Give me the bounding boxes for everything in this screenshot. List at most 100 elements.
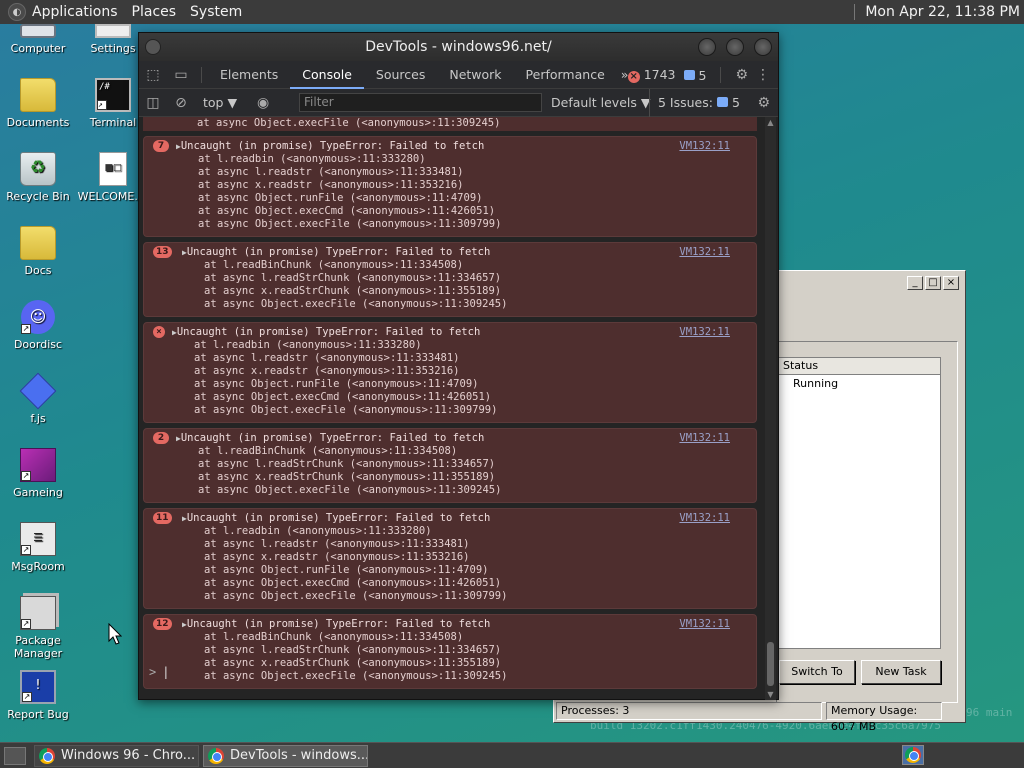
inspect-element-icon[interactable]: ⬚ [139, 67, 167, 83]
issues-counter[interactable]: 5 Issues: 5 [649, 89, 740, 117]
repeat-count-badge: 13 [153, 246, 172, 258]
stack-line: at l.readBinChunk (<anonymous>:11:334508… [204, 259, 464, 271]
taskbar-item-label: Windows 96 - Chro... [61, 748, 196, 763]
clear-console-icon[interactable]: ⊘ [167, 95, 195, 111]
stack-line: at async Object.execFile (<anonymous>:11… [204, 590, 508, 602]
chrome-icon [905, 747, 921, 763]
minimize-button[interactable] [698, 38, 716, 56]
processes-count: Processes: 3 [556, 702, 822, 720]
tab-performance[interactable]: Performance [514, 61, 617, 89]
error-counter[interactable]: × 1743 [627, 67, 676, 83]
desktop-icon-fjs[interactable]: f.js [0, 372, 77, 425]
clock[interactable]: Mon Apr 22, 11:38 PM [865, 4, 1020, 20]
column-header-status[interactable]: Status [779, 358, 940, 375]
source-link[interactable]: VM132:11 [679, 432, 730, 444]
source-link[interactable]: VM132:11 [679, 618, 730, 630]
stack-line: at async x.readstr (<anonymous>:11:35321… [198, 179, 464, 191]
source-link[interactable]: VM132:11 [679, 512, 730, 524]
switch-to-button[interactable]: Switch To [779, 660, 855, 684]
package-icon: ↗ [20, 596, 56, 630]
scroll-up-arrow-icon[interactable]: ▲ [765, 117, 776, 128]
desktop-icon-label: Doordisc [13, 338, 63, 351]
tray-chrome-icon[interactable] [902, 745, 924, 765]
maximize-button[interactable]: □ [925, 276, 941, 290]
scroll-down-arrow-icon[interactable]: ▼ [765, 689, 776, 700]
console-prompt[interactable]: > | [149, 665, 169, 679]
taskbar-item-chrome[interactable]: Windows 96 - Chro... [34, 744, 199, 767]
desktop-icon-label: Documents [6, 116, 70, 129]
message-icon [683, 69, 695, 80]
console-error-entry[interactable]: 13 VM132:11 ▶Uncaught (in promise) TypeE… [143, 242, 757, 317]
desktop-icon-package-manager[interactable]: ↗ Package Manager [0, 596, 77, 660]
repeat-count-badge: 11 [153, 512, 172, 524]
live-expression-eye-icon[interactable]: ◉ [249, 95, 277, 111]
taskbar-item-devtools[interactable]: DevTools - windows... [203, 744, 368, 767]
console-error-entry[interactable]: 7 VM132:11 ▶Uncaught (in promise) TypeEr… [143, 136, 757, 237]
stack-line: at l.readBinChunk (<anonymous>:11:334508… [198, 445, 458, 457]
desktop-icon-msgroom[interactable]: ☰ ↗ MsgRoom [0, 522, 77, 573]
filter-input[interactable]: Filter [299, 93, 542, 112]
desktop-icon-label: Docs [24, 264, 52, 277]
desktop-icon-documents[interactable]: Documents [0, 78, 77, 129]
issues-label: 5 Issues: [658, 95, 713, 110]
distro-logo-icon[interactable]: ◐ [8, 3, 26, 21]
menu-system[interactable]: System [190, 4, 242, 20]
report-bug-icon: ! ↗ [20, 670, 56, 704]
console-scrollbar[interactable]: ▲ ▼ [765, 117, 776, 700]
console-error-entry[interactable]: × VM132:11 ▶Uncaught (in promise) TypeEr… [143, 322, 757, 423]
desktop-icon-docs[interactable]: Docs [0, 226, 77, 277]
new-task-button[interactable]: New Task [861, 660, 941, 684]
device-toolbar-icon[interactable]: ▭ [167, 67, 195, 83]
stack-line: at async Object.execFile (<anonymous>:11… [204, 670, 508, 682]
source-link[interactable]: VM132:11 [679, 326, 730, 338]
source-link[interactable]: VM132:11 [679, 140, 730, 152]
repeat-count-badge: 2 [153, 432, 169, 444]
window-menu-icon[interactable] [145, 39, 161, 55]
scrollbar-thumb[interactable] [767, 642, 774, 686]
show-desktop-button[interactable] [4, 746, 26, 765]
sidebar-toggle-icon[interactable]: ◫ [139, 95, 167, 111]
process-row-status[interactable]: Running [779, 375, 940, 393]
window-title: DevTools - windows96.net/ [365, 39, 552, 55]
desktop-icon-report-bug[interactable]: ! ↗ Report Bug [0, 670, 77, 721]
minimize-button[interactable]: _ [907, 276, 923, 290]
tab-sources[interactable]: Sources [364, 61, 437, 89]
stack-line: at async Object.execCmd (<anonymous>:11:… [198, 205, 496, 217]
console-error-entry[interactable]: 12 VM132:11 ▶Uncaught (in promise) TypeE… [143, 614, 757, 689]
source-link[interactable]: VM132:11 [679, 246, 730, 258]
stack-line: at async Object.execFile (<anonymous>:11… [204, 298, 508, 310]
tab-network[interactable]: Network [437, 61, 513, 89]
console-error-entry[interactable]: 11 VM132:11 ▶Uncaught (in promise) TypeE… [143, 508, 757, 609]
terminal-icon: /# ↗ [95, 78, 131, 112]
tab-elements[interactable]: Elements [208, 61, 290, 89]
close-button[interactable]: × [943, 276, 959, 290]
tab-console[interactable]: Console [290, 61, 364, 89]
stack-line: at async l.readstr (<anonymous>:11:33348… [204, 538, 470, 550]
context-selector[interactable]: top ▼ [195, 95, 245, 110]
tray-separator [854, 4, 856, 20]
message-counter[interactable]: 5 [683, 68, 706, 83]
more-options-icon[interactable]: ⋮ [756, 67, 770, 83]
maximize-button[interactable] [726, 38, 744, 56]
msgroom-icon: ☰ ↗ [20, 522, 56, 556]
menu-places[interactable]: Places [132, 4, 177, 20]
console-toolbar: ◫ ⊘ top ▼ ◉ Filter Default levels ▼ 5 Is… [139, 89, 778, 117]
console-output[interactable]: at async Object.execFile (<anonymous>:11… [139, 117, 765, 700]
console-settings-gear-icon[interactable]: ⚙ [757, 89, 770, 117]
menu-applications[interactable]: Applications [32, 4, 118, 20]
error-message: Uncaught (in promise) TypeError: Failed … [180, 140, 485, 152]
console-error-entry[interactable]: 2 VM132:11 ▶Uncaught (in promise) TypeEr… [143, 428, 757, 503]
chrome-icon [39, 747, 55, 764]
settings-gear-icon[interactable]: ⚙ [735, 67, 748, 83]
document-icon: ■□ [99, 152, 127, 186]
devtools-titlebar[interactable]: DevTools - windows96.net/ [139, 33, 778, 61]
desktop-icon-doordisc[interactable]: ☺ ↗ Doordisc [0, 300, 77, 351]
close-button[interactable] [754, 38, 772, 56]
stack-line: at async Object.execCmd (<anonymous>:11:… [204, 577, 502, 589]
desktop-icon-recycle-bin[interactable]: ♻ Recycle Bin [0, 152, 77, 203]
stack-line: at async l.readStrChunk (<anonymous>:11:… [204, 272, 502, 284]
desktop-icon-computer[interactable]: Computer [0, 24, 77, 55]
process-list[interactable]: Status Running [778, 357, 941, 649]
desktop-icon-gameing[interactable]: ↗ Gameing [0, 448, 77, 499]
log-levels-dropdown[interactable]: Default levels ▼ [551, 89, 650, 117]
